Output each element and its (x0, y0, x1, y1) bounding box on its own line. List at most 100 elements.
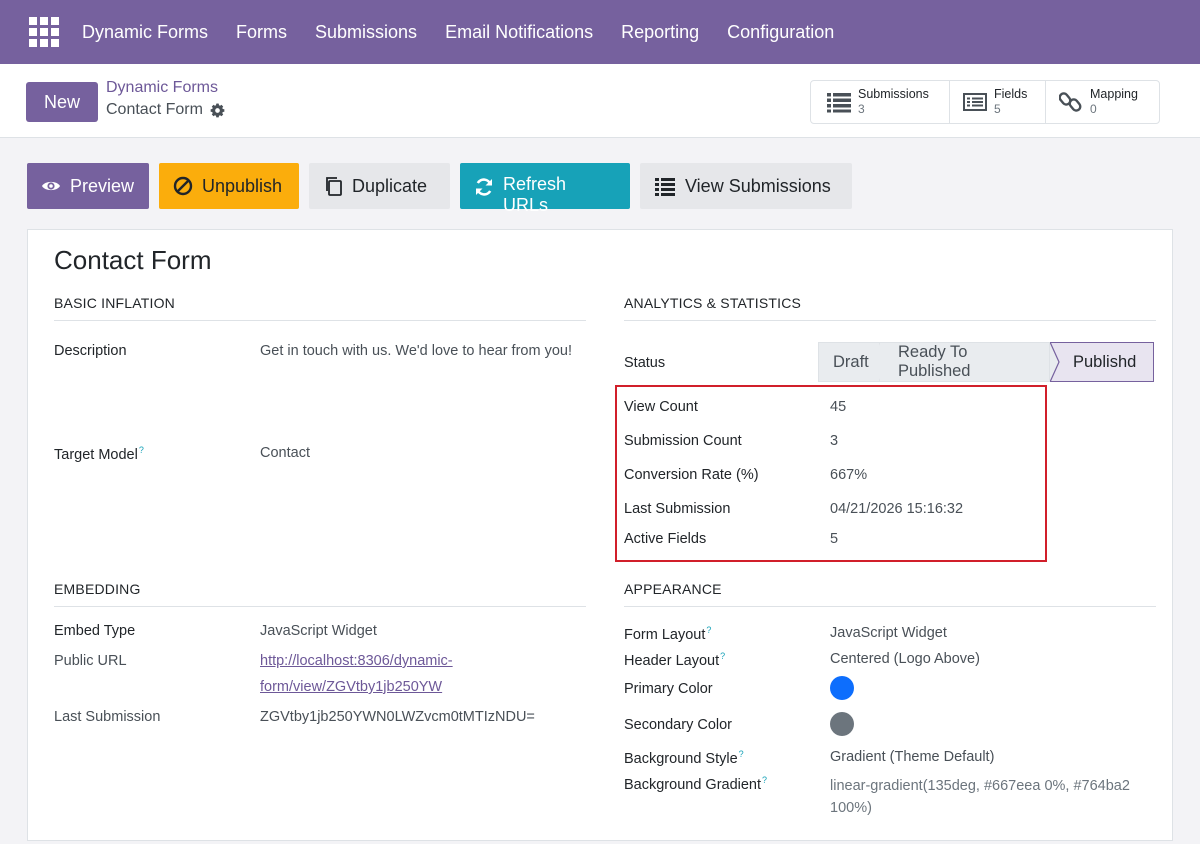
description-value[interactable]: Get in touch with us. We'd love to hear … (260, 343, 572, 359)
control-panel: New Dynamic Forms Contact Form Submissio… (0, 64, 1200, 138)
top-navbar: Dynamic Forms Forms Submissions Email No… (0, 0, 1200, 64)
refresh-urls-label: Refresh URLs (503, 174, 567, 215)
conversion-rate-label: Conversion Rate (%) (624, 467, 759, 483)
gear-icon[interactable] (210, 102, 225, 118)
smart-button-label: Submissions (858, 87, 929, 101)
secondary-color-label: Secondary Color (624, 717, 732, 733)
target-model-value[interactable]: Contact (260, 445, 310, 461)
app-brand[interactable]: Dynamic Forms (82, 22, 208, 43)
duplicate-button[interactable]: Duplicate (309, 163, 450, 209)
nav-item-reporting[interactable]: Reporting (621, 22, 699, 43)
nav-item-configuration[interactable]: Configuration (727, 22, 834, 43)
ban-icon (173, 176, 193, 196)
primary-color-label: Primary Color (624, 681, 713, 697)
background-style-value[interactable]: Gradient (Theme Default) (830, 749, 994, 765)
apps-menu-icon[interactable] (29, 17, 59, 47)
stage-published-label: Publishd (1073, 352, 1137, 371)
form-layout-label-text: Form Layout (624, 626, 706, 643)
public-url-link-line1[interactable]: http://localhost:8306/dynamic- (260, 648, 453, 674)
target-model-label: Target Model? (54, 445, 144, 463)
background-style-label-text: Background Style (624, 750, 738, 767)
header-layout-value[interactable]: Centered (Logo Above) (830, 651, 980, 667)
description-label: Description (54, 343, 127, 359)
status-bar: Draft Ready To Published Publishd (818, 342, 1154, 382)
submissions-smart-button[interactable]: Submissions 3 (811, 81, 950, 123)
section-heading-embedding: EMBEDDING (54, 581, 586, 607)
header-layout-label-text: Header Layout (624, 652, 720, 669)
list-icon (827, 93, 851, 113)
copy-icon (326, 177, 342, 196)
help-tooltip-icon[interactable]: ? (762, 775, 767, 785)
refresh-icon (476, 178, 492, 196)
embed-last-submission-value: ZGVtby1jb250YWN0LWZvcm0tMTIzNDU= (260, 709, 535, 725)
form-layout-value[interactable]: JavaScript Widget (830, 625, 947, 641)
refresh-urls-button[interactable]: Refresh URLs (460, 163, 630, 215)
background-gradient-line2: 100%) (830, 800, 872, 816)
view-submissions-button[interactable]: View Submissions (640, 163, 852, 209)
embed-last-submission-label: Last Submission (54, 709, 161, 725)
conversion-rate-value: 667% (830, 467, 868, 483)
active-fields-label: Active Fields (624, 531, 707, 547)
stage-ready-to-published[interactable]: Ready To Published (880, 342, 1050, 382)
view-submissions-label: View Submissions (685, 175, 831, 196)
public-url-value[interactable]: http://localhost:8306/dynamic- form/view… (260, 648, 453, 700)
active-fields-value: 5 (830, 531, 839, 547)
mapping-smart-button[interactable]: Mapping 0 (1046, 81, 1159, 123)
public-url-link-line2[interactable]: form/view/ZGVtby1jb250YW (260, 674, 453, 700)
stage-ready-label: Ready To Published (898, 343, 971, 380)
smart-button-value: 5 (994, 102, 1001, 116)
stage-published[interactable]: Publishd (1050, 342, 1154, 382)
nav-item-email-notifications[interactable]: Email Notifications (445, 22, 593, 43)
action-buttons: Preview Unpublish Duplicate Refresh URLs (27, 163, 862, 215)
public-url-label: Public URL (54, 653, 127, 669)
smart-button-label: Fields (994, 87, 1028, 101)
help-tooltip-icon[interactable]: ? (706, 625, 711, 635)
unpublish-button[interactable]: Unpublish (159, 163, 299, 209)
submission-count-label: Submission Count (624, 433, 742, 449)
smart-buttons: Submissions 3 Fields 5 Mapping 0 (810, 80, 1160, 124)
submission-count-value: 3 (830, 433, 839, 449)
form-title: Contact Form (54, 245, 212, 275)
background-gradient-value[interactable]: linear-gradient(135deg, #667eea 0%, #764… (830, 775, 1130, 819)
background-gradient-label: Background Gradient? (624, 775, 767, 793)
list-icon (655, 178, 675, 196)
help-tooltip-icon[interactable]: ? (139, 445, 144, 455)
unpublish-label: Unpublish (202, 175, 283, 196)
eye-icon (42, 181, 60, 191)
smart-button-value: 0 (1090, 102, 1097, 116)
background-gradient-line1: linear-gradient(135deg, #667eea 0%, #764… (830, 778, 1130, 794)
last-submission-label: Last Submission (624, 501, 731, 517)
stage-draft-label: Draft (833, 352, 869, 371)
embed-type-value[interactable]: JavaScript Widget (260, 623, 377, 639)
background-style-label: Background Style? (624, 749, 744, 767)
secondary-color-swatch[interactable] (830, 712, 854, 736)
view-count-label: View Count (624, 399, 698, 415)
nav-item-forms[interactable]: Forms (236, 22, 287, 43)
primary-color-swatch[interactable] (830, 676, 854, 700)
nav-item-submissions[interactable]: Submissions (315, 22, 417, 43)
section-heading-analytics: ANALYTICS & STATISTICS (624, 295, 1156, 321)
breadcrumb-current: Contact Form (106, 101, 225, 119)
preview-label: Preview (70, 175, 135, 196)
fields-smart-button[interactable]: Fields 5 (950, 81, 1046, 123)
view-count-value: 45 (830, 399, 847, 415)
breadcrumb-current-label: Contact Form (106, 101, 203, 118)
status-label: Status (624, 355, 666, 371)
help-tooltip-icon[interactable]: ? (739, 749, 744, 759)
last-submission-value: 04/21/2026 15:16:32 (830, 501, 964, 517)
embed-type-label: Embed Type (54, 623, 136, 639)
background-gradient-label-text: Background Gradient (624, 776, 762, 793)
stage-draft[interactable]: Draft (818, 342, 888, 382)
help-tooltip-icon[interactable]: ? (720, 651, 725, 661)
link-icon (1059, 92, 1082, 112)
section-heading-basic: BASIC INFLATION (54, 295, 586, 321)
target-model-label-text: Target Model (54, 446, 138, 463)
smart-button-label: Mapping (1090, 87, 1138, 101)
preview-button[interactable]: Preview (27, 163, 149, 209)
new-button[interactable]: New (26, 82, 98, 122)
duplicate-label: Duplicate (352, 175, 428, 196)
header-layout-label: Header Layout? (624, 651, 725, 669)
breadcrumb-parent[interactable]: Dynamic Forms (106, 79, 218, 97)
smart-button-value: 3 (858, 102, 865, 116)
stage-separator (1050, 342, 1060, 382)
